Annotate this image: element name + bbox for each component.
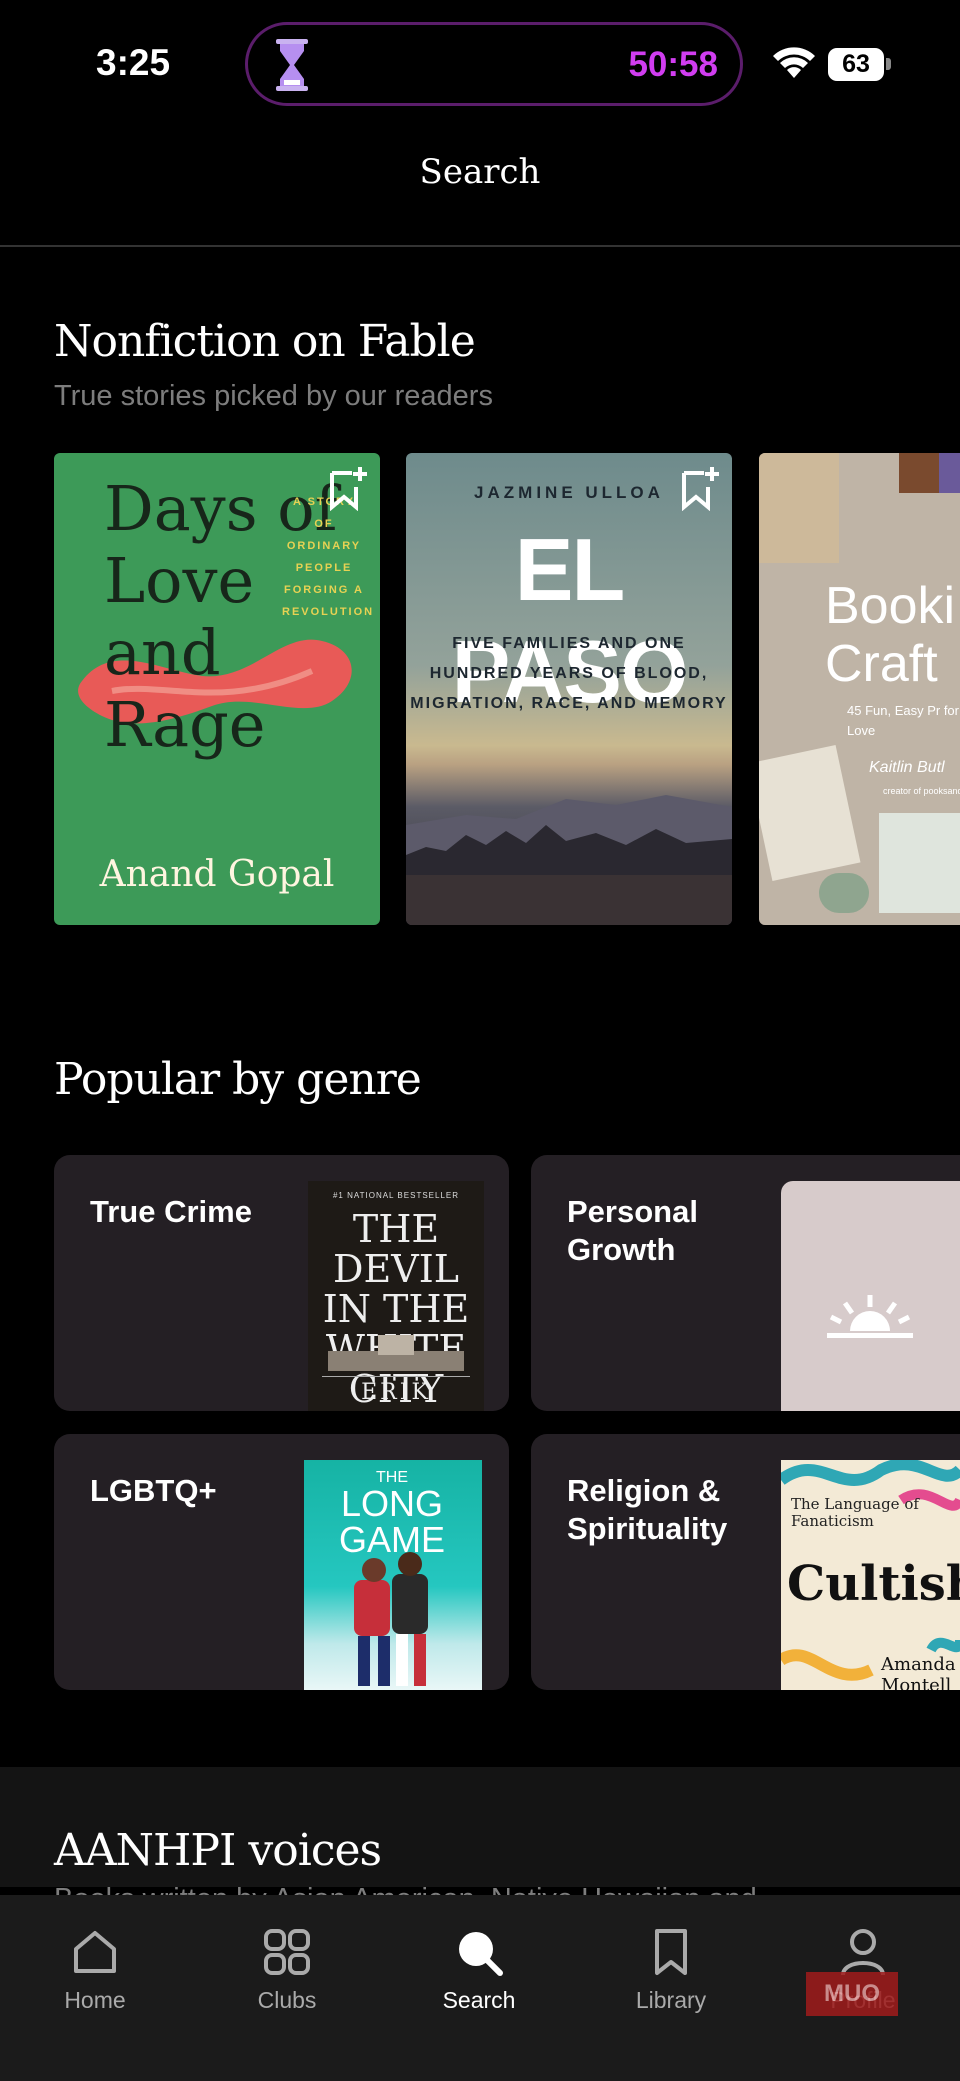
tab-search[interactable]: Search xyxy=(409,1925,549,2035)
cover-badge: #1 NATIONAL BESTSELLER xyxy=(332,1191,460,1200)
hourglass-icon xyxy=(276,39,308,91)
city-skyline-illustration xyxy=(406,795,732,925)
genre-card-lgbtq[interactable]: LGBTQ+ THE LONG GAME xyxy=(54,1434,509,1690)
cover-title: THE LONG GAME xyxy=(304,1470,480,1558)
tab-label: Search xyxy=(442,1987,516,2013)
tab-home[interactable]: Home xyxy=(25,1925,165,2035)
cover-title-main: LONG GAME xyxy=(338,1483,445,1560)
book-cover-days-of-love-and-rage[interactable]: Days of Love and Rage A STORY OF ORDINAR… xyxy=(54,453,380,925)
genre-card-true-crime[interactable]: True Crime #1 NATIONAL BESTSELLER THE DE… xyxy=(54,1155,509,1411)
cover-divider xyxy=(322,1376,470,1377)
cover-author: Amanda Montell xyxy=(881,1654,956,1690)
timer-readout: 50:58 xyxy=(628,45,718,84)
person-icon xyxy=(841,1929,885,1976)
tab-label: Clubs xyxy=(257,1987,317,2013)
aanhpi-section: AANHPI voices Books written by Asian Ame… xyxy=(0,1767,960,1915)
book-subtitle: 45 Fun, Easy Pr for Book Love xyxy=(847,703,960,738)
hockey-players-illustration xyxy=(354,1552,428,1686)
status-time: 3:25 xyxy=(96,42,171,83)
cover-author: ERIK xyxy=(361,1380,431,1405)
section-title-nonfiction: Nonfiction on Fable xyxy=(54,316,476,367)
book-cover-bookish-crafts[interactable]: Booki Craft 45 Fun, Easy Pr for Book Lov… xyxy=(759,453,960,925)
bookmark-icon xyxy=(655,1929,687,1975)
section-subtitle-nonfiction: True stories picked by our readers xyxy=(54,380,493,412)
sunrise-icon xyxy=(827,1295,913,1338)
live-activity-timer[interactable]: 50:58 xyxy=(245,22,743,106)
genre-cover-cultish: The Language of Fanaticism Cultish Amand… xyxy=(781,1460,960,1690)
bookmark-add-icon[interactable] xyxy=(680,465,720,511)
book-credit: creator of pooksandpages xyxy=(883,786,960,796)
search-icon xyxy=(459,1932,503,1976)
tab-label: Home xyxy=(64,1987,126,2013)
genre-label: LGBTQ+ xyxy=(90,1473,217,1508)
grid-icon xyxy=(264,1929,310,1975)
genre-card-religion-spirituality[interactable]: Religion & Spirituality The Language of … xyxy=(531,1434,960,1690)
status-bar: 3:25 50:58 63 xyxy=(0,0,960,130)
cover-title: Cultish xyxy=(787,1556,960,1612)
page-title: Search xyxy=(419,152,541,192)
section-title-aanhpi: AANHPI voices xyxy=(54,1825,382,1876)
genre-cover-devil-in-the-white-city: #1 NATIONAL BESTSELLER THE DEVIL IN THE … xyxy=(308,1181,484,1411)
tab-label: Library xyxy=(635,1987,707,2013)
battery-icon: 63 xyxy=(828,48,884,81)
tab-clubs[interactable]: Clubs xyxy=(217,1925,357,2035)
genre-label: True Crime xyxy=(90,1194,252,1229)
genre-label: Religion & Spirituality xyxy=(567,1473,728,1546)
genre-label: Personal Growth xyxy=(567,1194,698,1267)
book-subtitle: FIVE FAMILIES AND ONE HUNDRED YEARS OF B… xyxy=(410,635,728,712)
cover-subtitle: The Language of Fanaticism xyxy=(791,1495,919,1530)
book-cover-el-paso[interactable]: JAZMINE ULLOA EL PASO FIVE FAMILIES AND … xyxy=(406,453,732,925)
watermark-logo: MUO xyxy=(806,1972,898,2016)
tab-library[interactable]: Library xyxy=(601,1925,741,2035)
white-city-illustration xyxy=(328,1335,464,1371)
bookmark-add-icon[interactable] xyxy=(328,465,368,511)
cover-title: THE DEVIL IN THE WHITE CITY xyxy=(322,1207,470,1411)
section-title-genres: Popular by genre xyxy=(54,1054,422,1105)
home-icon xyxy=(74,1931,116,1973)
book-title: Booki Craft xyxy=(825,577,956,693)
book-author: Anand Gopal xyxy=(99,854,335,895)
header-divider xyxy=(0,245,960,247)
genre-cover-the-long-game: THE LONG GAME xyxy=(304,1460,482,1690)
genre-cover-personal-growth xyxy=(781,1181,960,1411)
genre-card-personal-growth[interactable]: Personal Growth xyxy=(531,1155,960,1411)
battery-tip xyxy=(886,58,891,70)
wifi-icon xyxy=(773,47,815,78)
book-author: Kaitlin Butl xyxy=(869,759,945,776)
